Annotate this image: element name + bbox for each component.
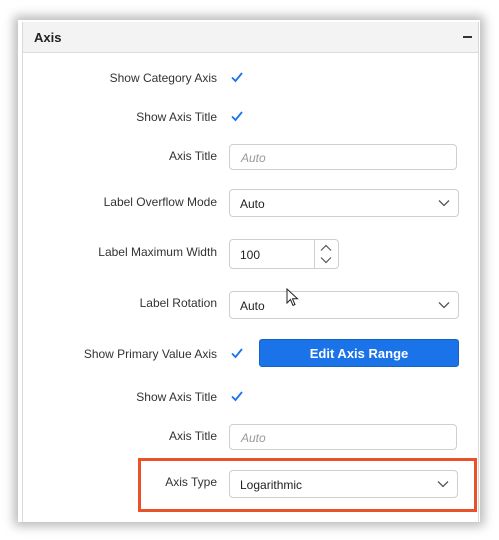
axis-title-label: Axis Title xyxy=(168,149,217,163)
axis-title-label: Axis Title xyxy=(168,429,217,443)
show-axis-title-label: Show Axis Title xyxy=(136,110,217,124)
panel-title: Axis xyxy=(34,30,62,45)
axis-properties-panel: Axis Show Category Axis Show Axis Title … xyxy=(22,22,479,522)
label-overflow-mode-dropdown[interactable]: Auto xyxy=(229,189,459,217)
show-primary-value-axis-checkbox[interactable] xyxy=(230,346,244,360)
chevron-down-icon[interactable] xyxy=(320,256,332,264)
minus-icon[interactable] xyxy=(463,36,472,38)
axis-title-input[interactable]: Auto xyxy=(229,424,457,450)
checkmark-icon xyxy=(231,72,243,83)
show-axis-title-label: Show Axis Title xyxy=(136,390,217,404)
label-overflow-mode-label: Label Overflow Mode xyxy=(103,195,217,209)
edit-axis-range-button[interactable]: Edit Axis Range xyxy=(259,339,459,367)
show-category-axis-checkbox[interactable] xyxy=(230,70,244,84)
label-rotation-value: Auto xyxy=(240,299,265,313)
checkmark-icon xyxy=(231,111,243,122)
label-max-width-label: Label Maximum Width xyxy=(98,245,217,259)
label-max-width-stepper[interactable]: 100 xyxy=(229,239,339,269)
show-category-axis-label: Show Category Axis xyxy=(109,71,217,85)
axis-title-placeholder: Auto xyxy=(241,431,266,445)
label-rotation-label: Label Rotation xyxy=(139,296,217,310)
axis-title-placeholder: Auto xyxy=(241,151,266,165)
label-overflow-mode-value: Auto xyxy=(240,197,265,211)
panel-header[interactable]: Axis xyxy=(23,22,478,53)
chevron-up-icon[interactable] xyxy=(320,244,332,252)
chevron-down-icon xyxy=(438,200,450,207)
show-axis-title-checkbox[interactable] xyxy=(230,109,244,123)
checkmark-icon xyxy=(231,391,243,402)
chevron-down-icon xyxy=(438,302,450,309)
checkmark-icon xyxy=(231,348,243,359)
label-max-width-value: 100 xyxy=(240,248,261,262)
axis-type-highlight-box xyxy=(138,458,477,512)
spin-buttons xyxy=(314,240,338,268)
show-primary-value-axis-label: Show Primary Value Axis xyxy=(83,347,217,361)
mouse-pointer-icon xyxy=(286,288,299,307)
axis-title-input[interactable]: Auto xyxy=(229,144,457,170)
label-rotation-dropdown[interactable]: Auto xyxy=(229,291,459,319)
show-axis-title-checkbox[interactable] xyxy=(230,389,244,403)
